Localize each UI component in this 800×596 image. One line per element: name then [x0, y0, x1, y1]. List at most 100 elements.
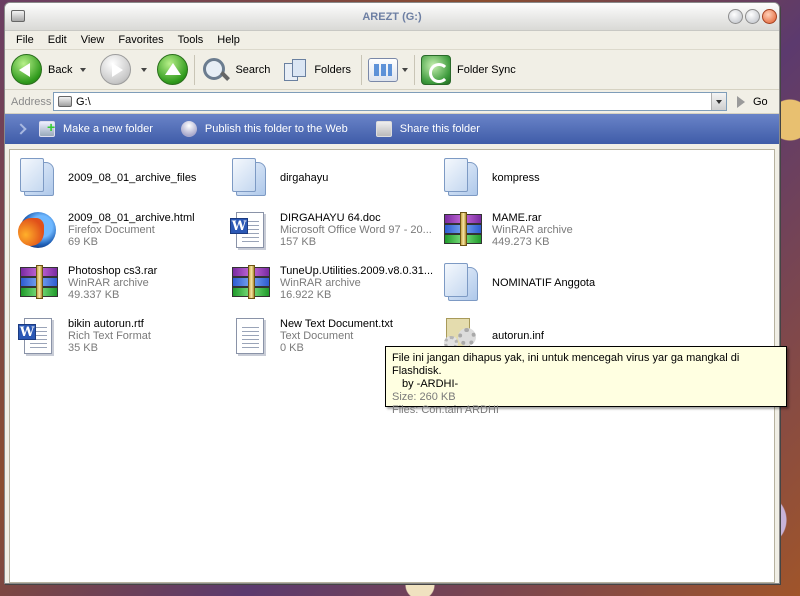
maximize-button[interactable]: [745, 9, 760, 24]
tooltip-comment: File ini jangan dihapus yak, ini untuk m…: [392, 352, 740, 377]
firefox-icon: [18, 210, 58, 250]
folder-sync-button[interactable]: Folder Sync: [421, 53, 516, 87]
file-size: 69 KB: [68, 236, 98, 248]
file-item[interactable]: MAME.rar WinRAR archive 449.273 KB: [442, 210, 573, 250]
folder-icon: [230, 158, 270, 198]
file-name: kompress: [492, 172, 540, 184]
toolbar-separator: [194, 54, 196, 85]
share-folder-label: Share this folder: [399, 123, 480, 135]
share-folder-icon: [375, 121, 392, 137]
file-item[interactable]: TuneUp.Utilities.2009.v8.0.31... WinRAR …: [230, 263, 433, 303]
share-folder-task[interactable]: Share this folder: [375, 121, 480, 137]
chevron-right-icon[interactable]: [15, 123, 27, 135]
file-name: TuneUp.Utilities.2009.v8.0.31...: [280, 265, 434, 277]
go-button[interactable]: Go: [737, 95, 768, 108]
word-document-icon: W: [230, 210, 270, 250]
views-dropdown-icon: [402, 67, 409, 72]
file-name: Photoshop cs3.rar: [68, 265, 158, 277]
tooltip-size: Size: 260 KB: [392, 391, 456, 403]
file-item[interactable]: NOMINATIF Anggota: [442, 263, 595, 303]
menu-bar: File Edit View Favorites Tools Help: [5, 31, 779, 50]
sync-icon: [421, 54, 452, 85]
publish-web-icon: [180, 121, 197, 137]
views-button[interactable]: [368, 53, 409, 87]
file-size: 49.337 KB: [68, 289, 120, 301]
folders-button[interactable]: Folders: [282, 53, 351, 87]
file-info-tooltip: File ini jangan dihapus yak, ini untuk m…: [385, 346, 787, 416]
file-name: NOMINATIF Anggota: [492, 277, 596, 289]
file-size: 0 KB: [280, 342, 304, 354]
back-arrow-icon: [11, 54, 42, 85]
back-label: Back: [48, 63, 73, 76]
up-button[interactable]: [157, 53, 189, 87]
file-name: bikin autorun.rtf: [68, 318, 144, 330]
file-type: WinRAR archive: [68, 277, 149, 289]
file-item[interactable]: kompress: [442, 158, 540, 198]
file-name: MAME.rar: [492, 212, 542, 224]
make-new-folder-task[interactable]: Make a new folder: [39, 119, 153, 137]
file-name: 2009_08_01_archive_files: [68, 172, 197, 184]
forward-button[interactable]: [100, 53, 148, 87]
search-icon: [201, 56, 229, 84]
file-type: WinRAR archive: [280, 277, 361, 289]
toolbar-separator: [361, 54, 363, 85]
word-document-icon: W: [18, 316, 58, 356]
file-size: 157 KB: [280, 236, 317, 248]
drive-icon: [58, 96, 72, 107]
text-document-icon: [230, 316, 270, 356]
file-item[interactable]: Photoshop cs3.rar WinRAR archive 49.337 …: [18, 263, 157, 303]
file-item[interactable]: W DIRGAHAYU 64.doc Microsoft Office Word…: [230, 210, 432, 250]
file-size: 16.922 KB: [280, 289, 332, 301]
menu-file[interactable]: File: [9, 34, 41, 46]
toolbar-separator: [414, 54, 416, 85]
file-type: Microsoft Office Word 97 - 20...: [280, 224, 432, 236]
menu-favorites[interactable]: Favorites: [111, 34, 170, 46]
make-new-folder-label: Make a new folder: [63, 123, 153, 135]
search-label: Search: [235, 63, 271, 76]
file-name: autorun.inf: [492, 330, 544, 342]
file-item[interactable]: New Text Document.txt Text Document 0 KB: [230, 316, 393, 356]
file-name: New Text Document.txt: [280, 318, 393, 330]
publish-folder-task[interactable]: Publish this folder to the Web: [180, 121, 348, 137]
folders-label: Folders: [314, 63, 352, 76]
address-input[interactable]: G:\: [53, 92, 727, 111]
file-item[interactable]: W bikin autorun.rtf Rich Text Format 35 …: [18, 316, 151, 356]
folder-sync-label: Folder Sync: [457, 63, 516, 76]
forward-dropdown-icon[interactable]: [141, 67, 148, 72]
file-name: 2009_08_01_archive.html: [68, 212, 195, 224]
back-button[interactable]: Back: [11, 53, 87, 87]
minimize-button[interactable]: [728, 9, 743, 24]
tooltip-files: Files: Con.tain ARDHI: [392, 404, 499, 416]
forward-arrow-icon: [100, 54, 132, 85]
file-name: DIRGAHAYU 64.doc: [280, 212, 381, 224]
file-item[interactable]: 2009_08_01_archive_files: [18, 158, 196, 198]
file-type: WinRAR archive: [492, 224, 573, 236]
up-arrow-icon: [157, 54, 189, 85]
folders-icon: [282, 57, 308, 83]
folder-icon: [18, 158, 58, 198]
file-size: 449.273 KB: [492, 236, 550, 248]
winrar-icon: [230, 263, 270, 303]
back-dropdown-icon[interactable]: [80, 67, 87, 72]
tooltip-author: by -ARDHI-: [402, 378, 459, 390]
file-type: Rich Text Format: [68, 330, 151, 342]
winrar-icon: [18, 263, 58, 303]
menu-view[interactable]: View: [74, 34, 112, 46]
title-bar[interactable]: AREZT (G:): [5, 3, 779, 31]
address-dropdown-button[interactable]: [711, 93, 726, 110]
close-button[interactable]: [762, 9, 777, 24]
folder-icon: [442, 158, 482, 198]
menu-edit[interactable]: Edit: [41, 34, 74, 46]
search-button[interactable]: Search: [201, 53, 270, 87]
address-label: Address: [11, 95, 52, 108]
window-title: AREZT (G:): [362, 11, 422, 23]
address-bar: Address G:\ Go: [5, 90, 779, 114]
new-folder-icon: [39, 119, 55, 137]
file-item[interactable]: dirgahayu: [230, 158, 328, 198]
file-item[interactable]: 2009_08_01_archive.html Firefox Document…: [18, 210, 195, 250]
menu-help[interactable]: Help: [210, 34, 247, 46]
go-arrow-icon: [737, 95, 745, 108]
explorer-window: AREZT (G:) File Edit View Favorites Tool…: [4, 2, 780, 584]
go-label: Go: [753, 95, 768, 108]
menu-tools[interactable]: Tools: [171, 34, 211, 46]
